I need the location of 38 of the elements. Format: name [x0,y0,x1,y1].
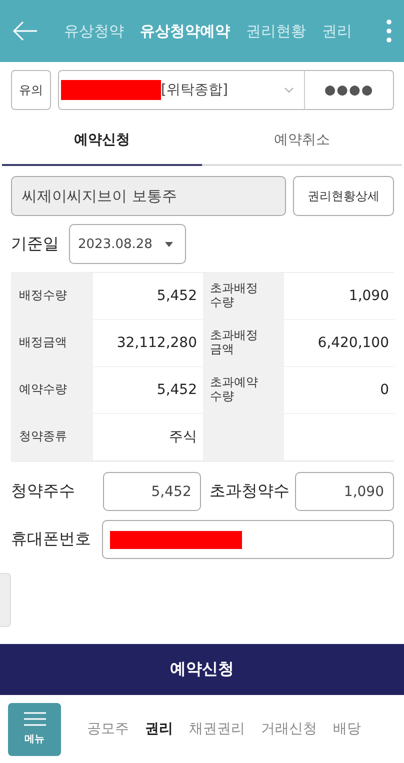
bottom-nav-item[interactable]: 채권권리 [183,720,251,738]
bottom-nav-item[interactable]: 거래신청 [255,720,323,738]
quantity-input-field[interactable]: 1,090 [295,472,394,511]
date-select[interactable]: 2023.08.28 [69,224,186,264]
table-label-cell: 초과예약 수량 [203,367,284,414]
reserve-submit-button[interactable]: 예약신청 [0,644,404,695]
table-label-cell: 초과배정 금액 [203,320,284,367]
bottom-nav-item[interactable]: 공모주 [81,720,135,738]
password-field[interactable]: ●●●● [304,70,394,110]
back-arrow-icon[interactable] [12,21,38,41]
side-handle[interactable] [0,573,11,627]
table-label-cell: 예약수량 [12,367,93,414]
stock-name-field: 씨제이씨지브이 보통주 [11,176,286,216]
table-value-cell: 1,090 [284,273,395,320]
rights-detail-button[interactable]: 권리현황상세 [293,176,394,216]
account-type-text: [위탁종합] [161,81,229,99]
notice-button[interactable]: 유의 [11,70,51,110]
base-date-label: 기준일 [11,234,59,254]
phone-label: 휴대폰번호 [11,529,92,550]
menu-icon [24,712,46,726]
table-label-cell: 배정금액 [12,320,93,367]
account-select[interactable]: [위탁종합] [58,70,305,110]
dropdown-triangle-icon [165,242,173,246]
field-label: 청약주수 [11,481,76,502]
field-label: 초과청약수 [209,481,290,502]
bottom-nav-item[interactable]: 권리 [139,720,179,738]
table-label-cell: 초과배정 수량 [203,273,284,320]
table-value-cell: 0 [284,367,395,414]
phone-input-field[interactable] [102,520,394,559]
quantity-input-field[interactable]: 5,452 [102,472,202,511]
table-label-cell: 배정수량 [12,273,93,320]
tab[interactable]: 예약신청 [2,116,202,166]
tab[interactable]: 예약취소 [202,116,402,166]
bottom-nav-item[interactable]: 배당 [327,720,367,738]
more-options-icon[interactable] [386,19,392,43]
table-label-cell: 청약종류 [12,414,93,461]
table-value-cell: 6,420,100 [284,320,395,367]
chevron-down-icon [284,87,294,93]
